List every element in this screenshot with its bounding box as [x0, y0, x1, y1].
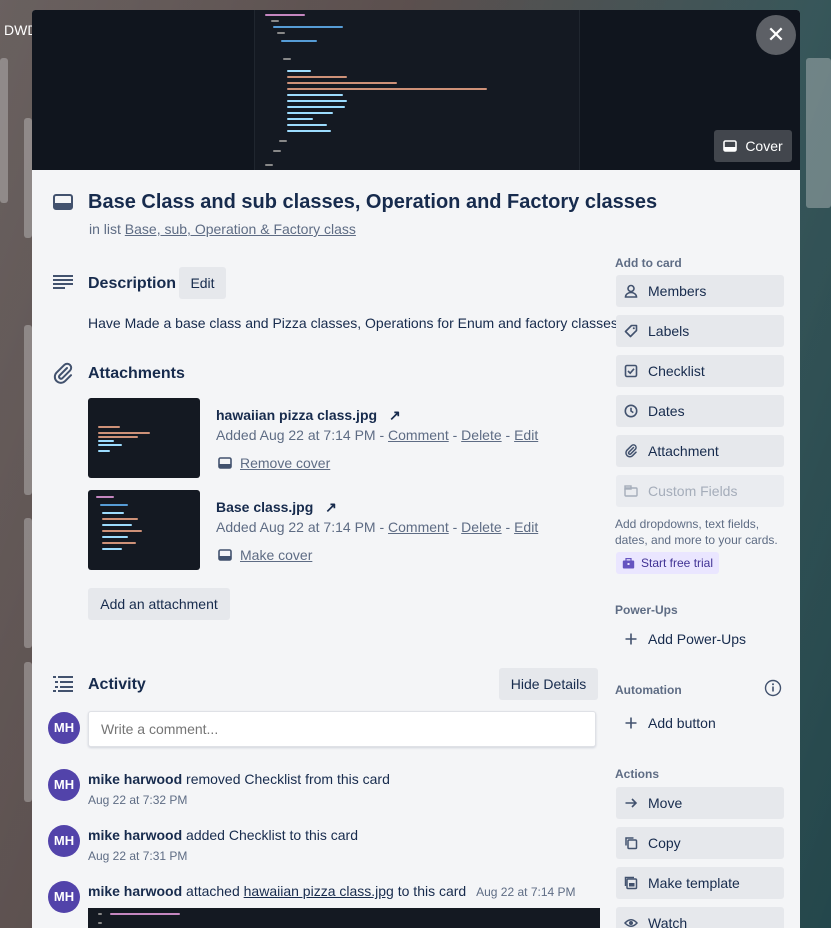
- attachment-name[interactable]: Base class.jpg ↗: [216, 499, 337, 516]
- activity-icon: [52, 675, 74, 693]
- clock-icon: [624, 404, 638, 418]
- activity-timestamp[interactable]: Aug 22 at 7:31 PM: [88, 849, 187, 863]
- dates-button[interactable]: Dates: [616, 395, 784, 427]
- copy-button[interactable]: Copy: [616, 827, 784, 859]
- add-power-ups-button[interactable]: Add Power-Ups: [616, 623, 784, 655]
- make-cover-button[interactable]: Make cover: [218, 547, 312, 563]
- activity-user[interactable]: mike harwood: [88, 771, 182, 787]
- list-link[interactable]: Base, sub, Operation & Factory class: [125, 221, 356, 237]
- card-icon: [218, 549, 232, 561]
- description-heading: Description: [88, 275, 177, 292]
- card-cover: ✕ Cover: [32, 10, 800, 170]
- avatar[interactable]: MH: [48, 712, 80, 744]
- add-button-button[interactable]: Add button: [616, 707, 784, 739]
- activity-user[interactable]: mike harwood: [88, 827, 182, 843]
- custom-fields-note: Add dropdowns, text fields, dates, and m…: [615, 517, 778, 547]
- edit-link[interactable]: Edit: [514, 519, 538, 535]
- background-list: [24, 118, 32, 238]
- actions-heading: Actions: [615, 767, 660, 781]
- copy-icon: [624, 836, 638, 850]
- attachments-heading: Attachments: [88, 365, 185, 382]
- info-icon[interactable]: [764, 679, 782, 697]
- labels-button[interactable]: Labels: [616, 315, 784, 347]
- cover-button[interactable]: Cover: [714, 130, 792, 162]
- custom-fields-button[interactable]: Custom Fields: [616, 475, 784, 507]
- delete-link[interactable]: Delete: [461, 519, 501, 535]
- plus-icon: [624, 632, 638, 646]
- background-list: [24, 662, 32, 802]
- arrow-right-icon: [624, 796, 638, 810]
- checklist-button[interactable]: Checklist: [616, 355, 784, 387]
- activity-entry: mike harwood added Checklist to this car…: [88, 827, 359, 843]
- close-button[interactable]: ✕: [756, 15, 796, 55]
- attachment-meta: Added Aug 22 at 7:14 PM - Comment - Dele…: [216, 519, 539, 535]
- custom-fields-icon: [624, 485, 638, 497]
- hide-details-button[interactable]: Hide Details: [499, 668, 598, 700]
- avatar[interactable]: MH: [48, 881, 80, 913]
- background-list: [0, 58, 8, 203]
- card-icon: [52, 193, 74, 211]
- remove-cover-button[interactable]: Remove cover: [218, 455, 330, 471]
- cover-image: [254, 10, 580, 170]
- paperclip-icon: [624, 444, 638, 458]
- template-icon: [624, 876, 638, 890]
- comment-input[interactable]: [88, 711, 596, 747]
- activity-entry: mike harwood removed Checklist from this…: [88, 771, 390, 787]
- attachment-name[interactable]: hawaiian pizza class.jpg ↗: [216, 407, 401, 424]
- card-title[interactable]: Base Class and sub classes, Operation an…: [88, 191, 657, 214]
- activity-timestamp[interactable]: Aug 22 at 7:14 PM: [476, 885, 575, 899]
- tag-icon: [624, 324, 638, 338]
- activity-user[interactable]: mike harwood: [88, 883, 182, 899]
- comment-link[interactable]: Comment: [388, 427, 449, 443]
- description-text[interactable]: Have Made a base class and Pizza classes…: [88, 315, 622, 331]
- move-button[interactable]: Move: [616, 787, 784, 819]
- comment-link[interactable]: Comment: [388, 519, 449, 535]
- card-detail-modal: ✕ Cover Base Class and sub classes, Oper…: [32, 10, 800, 928]
- description-icon: [52, 274, 74, 290]
- attachment-thumbnail[interactable]: [88, 398, 200, 478]
- make-template-button[interactable]: Make template: [616, 867, 784, 899]
- add-attachment-button[interactable]: Add an attachment: [88, 588, 230, 620]
- attachment-thumbnail[interactable]: [88, 490, 200, 570]
- automation-heading: Automation: [615, 683, 682, 697]
- eye-icon: [624, 916, 638, 928]
- start-free-trial-button[interactable]: Start free trial: [616, 552, 720, 574]
- checkbox-icon: [624, 364, 638, 378]
- background-list: [806, 58, 831, 208]
- briefcase-icon: [622, 557, 635, 569]
- edit-link[interactable]: Edit: [514, 427, 538, 443]
- attachment-button[interactable]: Attachment: [616, 435, 784, 467]
- activity-timestamp[interactable]: Aug 22 at 7:32 PM: [88, 793, 187, 807]
- avatar[interactable]: MH: [48, 769, 80, 801]
- members-button[interactable]: Members: [616, 275, 784, 307]
- attachment-preview[interactable]: [88, 908, 600, 928]
- in-list-label: in list Base, sub, Operation & Factory c…: [89, 221, 356, 237]
- cover-button-label: Cover: [745, 138, 783, 154]
- card-icon: [218, 457, 232, 469]
- edit-description-button[interactable]: Edit: [179, 267, 226, 299]
- power-ups-heading: Power-Ups: [615, 603, 678, 617]
- activity-entry: mike harwood attached hawaiian pizza cla…: [88, 883, 576, 899]
- watch-button[interactable]: Watch: [616, 907, 784, 928]
- external-link-icon[interactable]: ↗: [389, 407, 401, 423]
- person-icon: [624, 284, 638, 298]
- delete-link[interactable]: Delete: [461, 427, 501, 443]
- plus-icon: [624, 716, 638, 730]
- add-to-card-heading: Add to card: [615, 256, 682, 270]
- attachment-link[interactable]: hawaiian pizza class.jpg: [244, 883, 394, 899]
- activity-heading: Activity: [88, 676, 146, 693]
- external-link-icon[interactable]: ↗: [325, 499, 337, 515]
- background-list: [24, 518, 32, 648]
- attachment-meta: Added Aug 22 at 7:14 PM - Comment - Dele…: [216, 427, 539, 443]
- paperclip-icon: [52, 362, 74, 384]
- background-list: [24, 325, 32, 495]
- avatar[interactable]: MH: [48, 825, 80, 857]
- card-icon: [723, 140, 738, 152]
